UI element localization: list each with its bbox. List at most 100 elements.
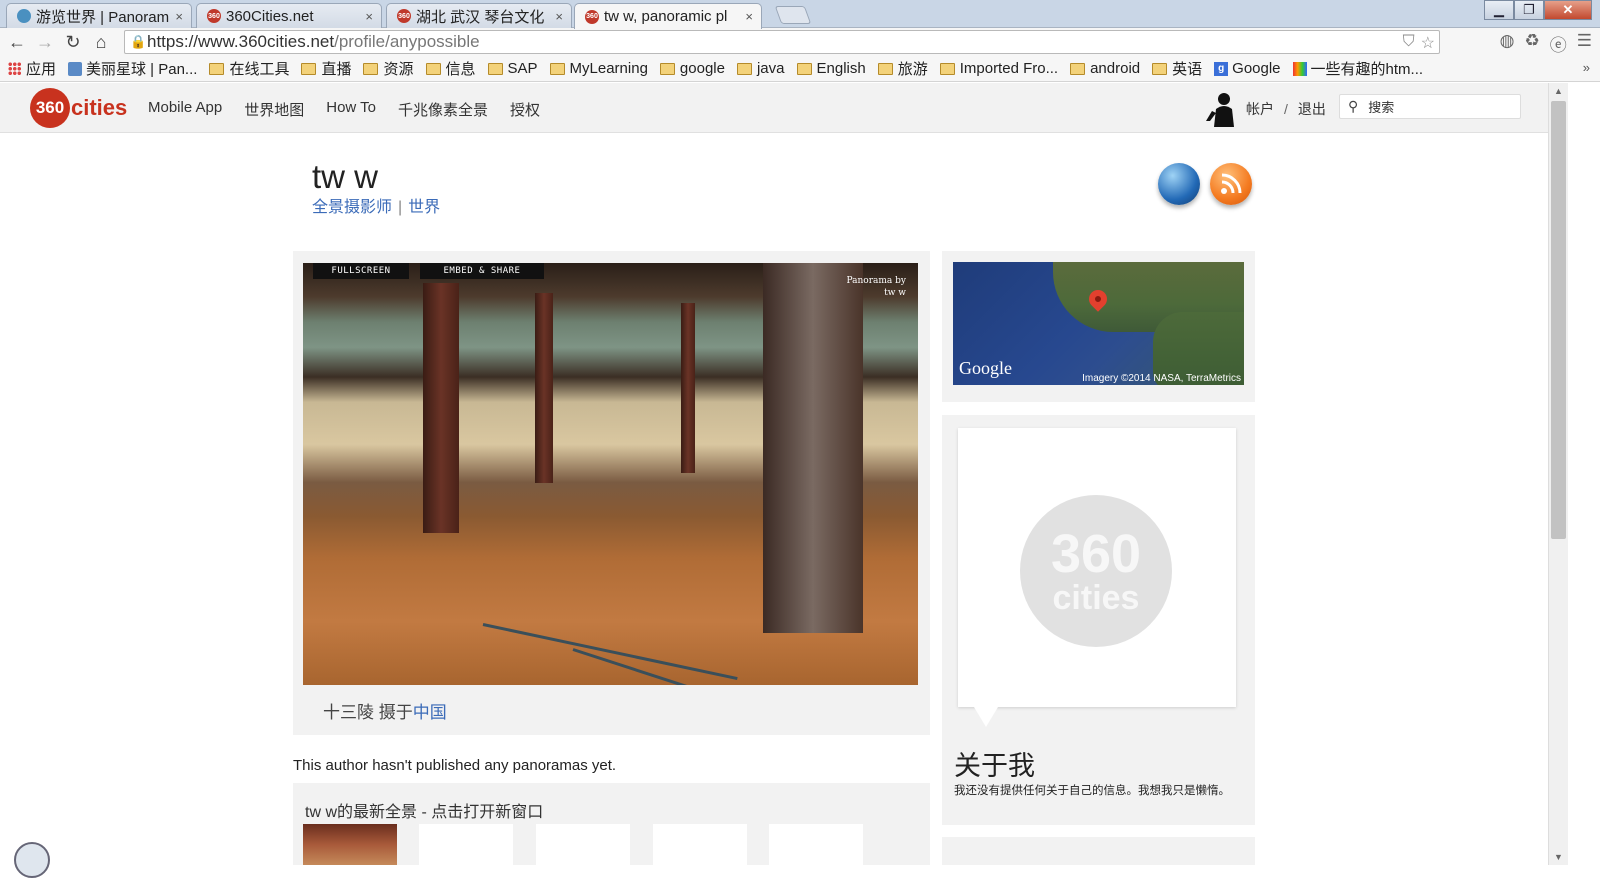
search-input[interactable]: ⚲ 搜索 — [1339, 94, 1521, 119]
panorama-thumbnail[interactable] — [419, 824, 513, 865]
restore-button[interactable]: ❐ — [1514, 0, 1544, 20]
person-icon — [68, 61, 83, 76]
panorama-thumbnail[interactable] — [653, 824, 747, 865]
bookmark-folder[interactable]: Imported Fro... — [939, 60, 1058, 77]
floor-line — [482, 623, 738, 681]
pillar — [763, 263, 863, 633]
bookmark-item[interactable]: 一些有趣的htm... — [1292, 58, 1423, 79]
scroll-down-icon[interactable]: ▼ — [1554, 852, 1563, 862]
folder-icon — [1152, 62, 1168, 75]
panorama-credit: Panorama by tw w — [846, 275, 906, 299]
bookmark-folder[interactable]: English — [796, 60, 866, 77]
bookmark-folder[interactable]: 英语 — [1152, 58, 1202, 79]
panorama-thumbnail[interactable] — [769, 824, 863, 865]
rss-icon[interactable] — [1210, 163, 1252, 205]
bookmark-folder[interactable]: 在线工具 — [209, 58, 289, 79]
star-bookmark-icon[interactable]: ☆ — [1421, 33, 1435, 53]
bookmark-item[interactable]: 美丽星球 | Pan... — [68, 58, 197, 79]
nav-how-to[interactable]: How To — [326, 99, 376, 120]
home-icon[interactable]: ⌂ — [90, 31, 112, 53]
bookmark-folder[interactable]: 资源 — [363, 58, 414, 79]
reload-icon[interactable]: ↻ — [62, 31, 84, 53]
browser-tab-1[interactable]: 游览世界 | Panoram × — [6, 3, 192, 28]
bookmark-item[interactable]: g Google — [1214, 60, 1281, 77]
bookmark-folder[interactable]: 直播 — [301, 58, 351, 79]
tab-close-icon[interactable]: × — [365, 9, 373, 24]
menu-icon[interactable]: ☰ — [1577, 31, 1592, 56]
extension-icons: ◍ ♻ ⓔ ☰ — [1500, 31, 1592, 56]
nav-licensing[interactable]: 授权 — [510, 99, 540, 120]
360-favicon-icon: 360 — [397, 9, 411, 23]
tab-close-icon[interactable]: × — [175, 9, 183, 24]
bookmark-folder[interactable]: MyLearning — [549, 60, 648, 77]
photographer-link[interactable]: 全景摄影师 — [312, 199, 392, 216]
subtitle-separator: | — [398, 199, 403, 216]
bookmarks-overflow-icon[interactable]: » — [1583, 60, 1590, 75]
address-bar[interactable]: 🔒 https://www.360cities.net/profile/anyp… — [124, 30, 1440, 54]
browser-tab-3[interactable]: 360 湖北 武汉 琴台文化 × — [386, 3, 572, 28]
bookmark-folder[interactable]: 信息 — [425, 58, 476, 79]
bookmark-folder[interactable]: google — [659, 60, 725, 77]
tab-close-icon[interactable]: × — [555, 9, 563, 24]
account-link[interactable]: 帐户 — [1246, 99, 1274, 119]
location-map[interactable]: Google Imagery ©2014 NASA, TerraMetrics — [953, 262, 1244, 385]
bookmark-label: 直播 — [321, 61, 352, 78]
close-window-button[interactable]: ✕ — [1544, 0, 1592, 20]
about-card: 360 cities 关于我 我还没有提供任何关于自己的信息。我想我只是懒惰。 — [942, 415, 1255, 825]
ie-extension-icon[interactable]: ⓔ — [1550, 31, 1567, 56]
profile-subtitle: 全景摄影师 | 世界 — [312, 193, 440, 217]
bookmark-label: Google — [1232, 60, 1281, 77]
bookmark-apps[interactable]: 应用 — [8, 58, 56, 79]
google-earth-icon[interactable] — [1158, 163, 1200, 205]
panorama-thumbnail[interactable] — [536, 824, 630, 865]
panorama-caption: 十三陵 摄于中国 — [323, 698, 447, 723]
logo-circle: 360 — [30, 88, 70, 128]
bookmark-label: 英语 — [1172, 61, 1203, 78]
folder-icon — [301, 62, 317, 75]
about-speech-bubble: 360 cities — [958, 428, 1236, 727]
nav-mobile-app[interactable]: Mobile App — [148, 99, 222, 120]
multicolor-icon — [1292, 61, 1307, 76]
avatar[interactable] — [1204, 91, 1238, 127]
person-icon — [17, 9, 31, 23]
bookmark-label: SAP — [507, 60, 538, 77]
browser-tab-2[interactable]: 360 360Cities.net × — [196, 3, 382, 28]
browser-tab-4-active[interactable]: 360 tw w, panoramic pl × — [574, 3, 762, 29]
latest-title[interactable]: tw w的最新全景 - 点击打开新窗口 — [305, 798, 543, 822]
world-link[interactable]: 世界 — [408, 199, 440, 216]
nav-gigapixel[interactable]: 千兆像素全景 — [398, 99, 488, 120]
credit-line-2: tw w — [884, 288, 906, 298]
account-separator: / — [1284, 101, 1288, 117]
nav-world-map[interactable]: 世界地图 — [244, 99, 304, 120]
fullscreen-button[interactable]: FULLSCREEN — [313, 263, 409, 279]
browser-tabstrip: 游览世界 | Panoram × 360 360Cities.net × 360… — [0, 0, 1600, 29]
scrollbar-thumb[interactable] — [1551, 101, 1566, 539]
panorama-card: FULLSCREEN EMBED & SHARE Panorama by tw … — [293, 251, 930, 735]
bookmark-folder[interactable]: SAP — [487, 60, 538, 77]
panorama-viewer[interactable]: FULLSCREEN EMBED & SHARE Panorama by tw … — [303, 263, 918, 685]
scroll-up-icon[interactable]: ▲ — [1554, 86, 1563, 96]
tab-label: tw w, panoramic pl — [604, 8, 728, 25]
logout-link[interactable]: 退出 — [1298, 99, 1326, 119]
shield-icon[interactable]: ⛉ — [1403, 33, 1415, 53]
page-scrollbar[interactable]: ▲ ▼ — [1548, 83, 1568, 865]
back-arrow-icon[interactable]: ← — [6, 31, 28, 53]
feedback-circle-icon[interactable] — [14, 842, 50, 878]
folder-icon — [425, 62, 441, 75]
country-link[interactable]: 中国 — [413, 703, 447, 722]
site-logo[interactable]: 360 cities — [30, 88, 127, 128]
main-nav: Mobile App 世界地图 How To 千兆像素全景 授权 — [148, 99, 540, 120]
bookmark-label: 美丽星球 | Pan... — [86, 61, 198, 78]
forward-arrow-icon[interactable]: → — [34, 31, 56, 53]
globe-extension-icon[interactable]: ◍ — [1500, 31, 1515, 56]
right-gutter — [1568, 83, 1600, 865]
recycle-extension-icon[interactable]: ♻ — [1525, 31, 1540, 56]
bookmark-folder[interactable]: java — [736, 60, 785, 77]
minimize-button[interactable]: ▁ — [1484, 0, 1514, 20]
panorama-thumbnail[interactable] — [303, 824, 397, 865]
new-tab-button[interactable] — [774, 6, 812, 24]
bookmark-folder[interactable]: 旅游 — [877, 58, 928, 79]
tab-close-icon[interactable]: × — [745, 9, 753, 24]
embed-share-button[interactable]: EMBED & SHARE — [420, 263, 544, 279]
bookmark-folder[interactable]: android — [1070, 60, 1140, 77]
